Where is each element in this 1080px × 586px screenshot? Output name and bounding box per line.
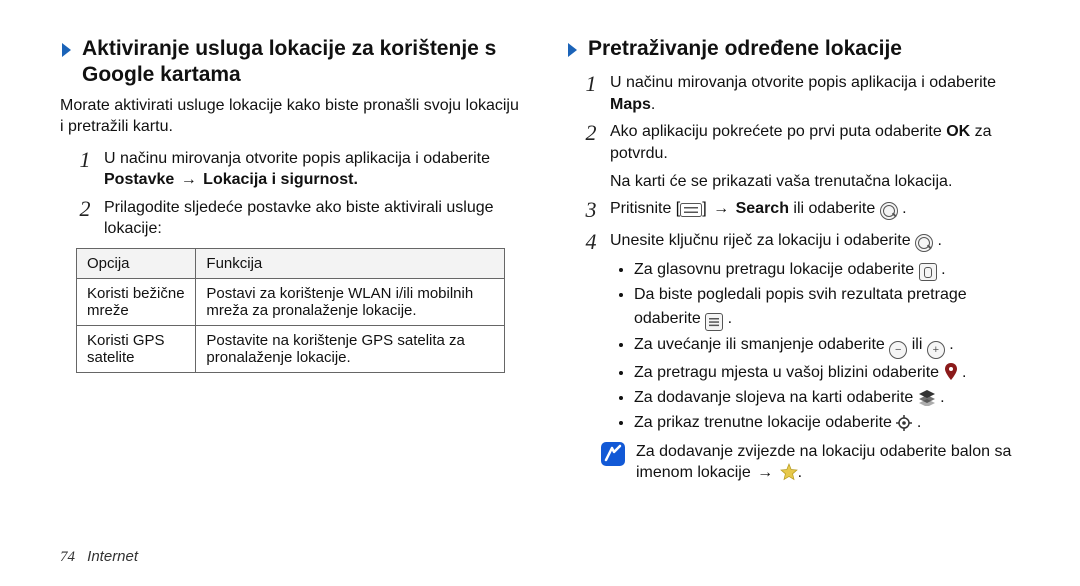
step-number: 1: [76, 149, 94, 171]
text: Pritisnite [: [610, 200, 680, 217]
section-name: Internet: [87, 548, 138, 565]
step-body: Unesite ključnu riječ za lokaciju i odab…: [610, 230, 942, 252]
text: U načinu mirovanja otvorite popis aplika…: [104, 150, 490, 167]
text: Za uvećanje ili smanjenje odaberite: [634, 336, 889, 353]
chevron-right-icon: [566, 40, 580, 66]
right-step-1: 1 U načinu mirovanja otvorite popis apli…: [582, 72, 1032, 115]
left-step-2: 2 Prilagodite sljedeće postavke ako bist…: [76, 197, 526, 240]
table-row: Koristi GPS satelite Postavite na korišt…: [77, 326, 505, 373]
left-heading-text: Aktiviranje usluga lokacije za korištenj…: [82, 36, 526, 89]
text: Za dodavanje slojeva na karti odaberite: [634, 389, 918, 406]
columns: Aktiviranje usluga lokacije za korištenj…: [60, 36, 1032, 484]
page-footer: 74 Internet: [60, 548, 138, 566]
search-icon: [915, 234, 933, 252]
search-label: Search: [736, 200, 789, 217]
text: ili odaberite: [789, 200, 880, 217]
step-body: Prilagodite sljedeće postavke ako biste …: [104, 197, 526, 240]
menu-path-location-security: Lokacija i sigurnost: [203, 171, 353, 188]
search-icon: [880, 202, 898, 220]
step-body: Pritisnite [] → Search ili odaberite .: [610, 198, 907, 224]
step-body: U načinu mirovanja otvorite popis aplika…: [610, 72, 1032, 115]
layers-icon: [918, 390, 936, 406]
pin-icon: [944, 363, 958, 381]
step-number: 1: [582, 73, 600, 95]
page: Aktiviranje usluga lokacije za korištenj…: [0, 0, 1080, 586]
right-step-3: 3 Pritisnite [] → Search ili odaberite .: [582, 198, 1032, 224]
note-text: Za dodavanje zvijezde na lokaciju odaber…: [636, 441, 1032, 484]
step-body: Ako aplikaciju pokrećete po prvi puta od…: [610, 121, 1032, 192]
list-item: Za uvećanje ili smanjenje odaberite − il…: [634, 333, 1032, 360]
list-item: Za glasovnu pretragu lokacije odaberite …: [634, 258, 1032, 282]
text: .: [798, 464, 802, 481]
zoom-in-icon: +: [927, 341, 945, 359]
table-cell: Koristi GPS satelite: [77, 326, 196, 373]
right-column: Pretraživanje određene lokacije 1 U nači…: [566, 36, 1032, 484]
text: Za dodavanje zvijezde na lokaciju odaber…: [636, 443, 1011, 482]
list-item: Da biste pogledali popis svih rezultata …: [634, 283, 1032, 330]
left-intro: Morate aktivirati usluge lokacije kako b…: [60, 95, 526, 138]
text: ili: [912, 336, 927, 353]
step-number: 4: [582, 231, 600, 253]
note-icon: [600, 441, 626, 472]
left-heading: Aktiviranje usluga lokacije za korištenj…: [60, 36, 526, 89]
star-icon: [780, 463, 798, 481]
text: Da biste pogledali popis svih rezultata …: [634, 286, 967, 326]
bullet-list: Za glasovnu pretragu lokacije odaberite …: [616, 258, 1032, 435]
table-header: Funkcija: [196, 249, 504, 279]
text: U načinu mirovanja otvorite popis aplika…: [610, 74, 996, 91]
table-cell: Koristi bežične mreže: [77, 279, 196, 326]
arrow-icon: →: [755, 464, 775, 481]
list-item: Za dodavanje slojeva na karti odaberite …: [634, 386, 1032, 409]
page-number: 74: [60, 549, 75, 565]
text: ]: [702, 200, 711, 217]
arrow-icon: →: [711, 200, 731, 217]
target-icon: [896, 415, 912, 431]
right-heading: Pretraživanje određene lokacije: [566, 36, 1032, 66]
list-icon: [705, 313, 723, 331]
right-heading-text: Pretraživanje određene lokacije: [588, 36, 902, 62]
step-body: U načinu mirovanja otvorite popis aplika…: [104, 148, 526, 191]
step-number: 2: [76, 198, 94, 220]
list-item: Za prikaz trenutne lokacije odaberite .: [634, 411, 1032, 434]
right-step-4: 4 Unesite ključnu riječ za lokaciju i od…: [582, 230, 1032, 252]
chevron-right-icon: [60, 40, 74, 66]
menu-key-icon: [680, 202, 702, 224]
table-cell: Postavi za korištenje WLAN i/ili mobilni…: [196, 279, 504, 326]
text: Na karti će se prikazati vaša trenutačna…: [610, 173, 952, 190]
menu-path-settings: Postavke: [104, 171, 174, 188]
note: Za dodavanje zvijezde na lokaciju odaber…: [600, 441, 1032, 484]
left-step-1: 1 U načinu mirovanja otvorite popis apli…: [76, 148, 526, 191]
text: Za pretragu mjesta u vašoj blizini odabe…: [634, 364, 944, 381]
text: Za prikaz trenutne lokacije odaberite: [634, 414, 896, 431]
table-header-row: Opcija Funkcija: [77, 249, 505, 279]
arrow-icon: →: [179, 171, 199, 188]
options-table: Opcija Funkcija Koristi bežične mreže Po…: [76, 248, 505, 373]
text: Unesite ključnu riječ za lokaciju i odab…: [610, 232, 915, 249]
microphone-icon: [919, 263, 937, 281]
app-name-maps: Maps: [610, 96, 651, 113]
left-column: Aktiviranje usluga lokacije za korištenj…: [60, 36, 526, 484]
zoom-out-icon: −: [889, 341, 907, 359]
text: Za glasovnu pretragu lokacije odaberite: [634, 261, 919, 278]
text: Ako aplikaciju pokrećete po prvi puta od…: [610, 123, 946, 140]
step-number: 2: [582, 122, 600, 144]
table-row: Koristi bežične mreže Postavi za korište…: [77, 279, 505, 326]
list-item: Za pretragu mjesta u vašoj blizini odabe…: [634, 361, 1032, 384]
step-number: 3: [582, 199, 600, 221]
table-header: Opcija: [77, 249, 196, 279]
right-step-2: 2 Ako aplikaciju pokrećete po prvi puta …: [582, 121, 1032, 192]
table-cell: Postavite na korištenje GPS satelita za …: [196, 326, 504, 373]
ok-label: OK: [946, 123, 970, 140]
